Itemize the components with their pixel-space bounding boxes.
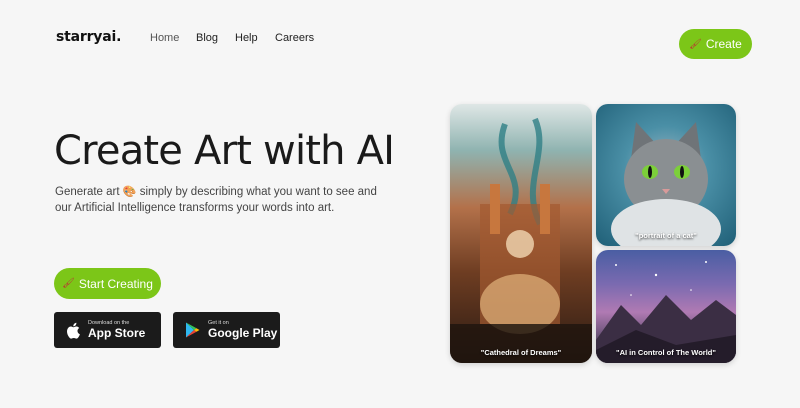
- top-navbar: starryai. Home Blog Help Careers 🖌 Creat…: [0, 0, 800, 80]
- paintbrush-icon: 🖌: [689, 38, 702, 50]
- apple-icon: [67, 322, 80, 339]
- create-button-label: Create: [705, 37, 742, 51]
- logo-dot: .: [116, 29, 122, 45]
- google-play-big-label: Google Play: [208, 326, 278, 340]
- cathedral-illustration: [450, 117, 592, 363]
- nav-link-blog[interactable]: Blog: [196, 32, 218, 44]
- nav-link-careers[interactable]: Careers: [275, 32, 314, 44]
- logo[interactable]: starryai.: [56, 29, 121, 45]
- cathedral-caption: "Cathedral of Dreams": [480, 348, 562, 357]
- logo-text: starryai: [56, 29, 117, 45]
- cat-illustration: [611, 122, 721, 246]
- hero-description-part1: Generate art: [55, 186, 120, 198]
- google-play-text: Get it on Google Play: [208, 320, 277, 340]
- nav-link-home[interactable]: Home: [150, 32, 179, 44]
- google-play-icon: [186, 322, 200, 338]
- start-creating-label: Start Creating: [78, 276, 153, 291]
- app-store-text: Download on the App Store: [88, 320, 145, 340]
- start-creating-button[interactable]: 🖌 Start Creating: [54, 268, 161, 299]
- hero-title: Create Art with AI: [54, 128, 395, 174]
- paintbrush-icon: 🖌: [62, 278, 75, 289]
- space-caption: "AI in Control of The World": [616, 348, 716, 357]
- google-play-button[interactable]: Get it on Google Play: [173, 312, 280, 348]
- palette-icon: 🎨: [122, 186, 137, 198]
- hero-description: Generate art 🎨 simply by describing what…: [55, 184, 385, 216]
- cathedral-art-image[interactable]: "Cathedral of Dreams": [450, 104, 592, 363]
- app-store-button[interactable]: Download on the App Store: [54, 312, 161, 348]
- create-button[interactable]: 🖌 Create: [679, 29, 752, 59]
- space-art-image[interactable]: "AI in Control of The World": [596, 250, 736, 363]
- nav-link-help[interactable]: Help: [235, 32, 258, 44]
- space-illustration: [596, 261, 736, 363]
- app-store-big-label: App Store: [88, 326, 146, 340]
- cat-caption: "portrait of a cat": [635, 231, 697, 240]
- cat-art-image[interactable]: "portrait of a cat": [596, 104, 736, 246]
